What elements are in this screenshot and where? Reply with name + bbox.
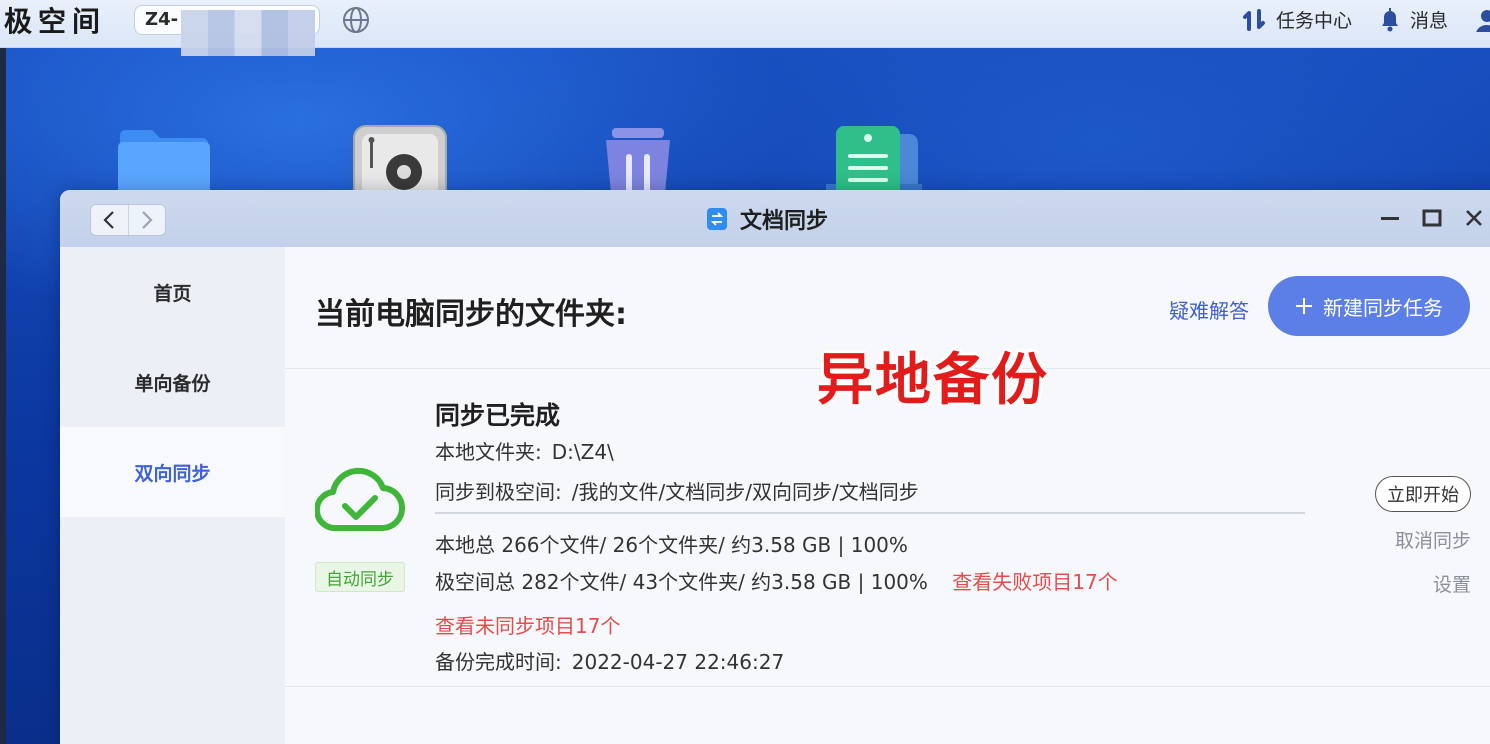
finish-time-value: 2022-04-27 22:46:27 (571, 650, 785, 674)
sync-doc-icon (706, 207, 727, 230)
local-folder-value: D:\Z4\ (551, 440, 614, 464)
finish-time-row: 备份完成时间: 2022-04-27 22:46:27 (435, 646, 784, 675)
maximize-icon[interactable] (1422, 208, 1442, 228)
document-sync-window: 文档同步 首页 单向备份 双向同步 当前电脑同步的文件夹: 疑难解答 新建同步任… (60, 190, 1490, 744)
local-stats: 本地总 266个文件/ 26个文件夹/ 约3.58 GB | 100% (435, 533, 908, 557)
minimize-icon[interactable] (1380, 208, 1400, 228)
remote-folder-row: 同步到极空间: /我的文件/文档同步/双向同步/文档同步 (435, 476, 919, 505)
user-icon[interactable] (1474, 8, 1490, 32)
history-nav (90, 204, 166, 236)
system-top-bar: 极空间 Z4- 任务中心 消息 (0, 0, 1490, 56)
view-unsynced-link[interactable]: 查看未同步项目17个 (435, 610, 620, 639)
task-status: 同步已完成 (435, 401, 561, 430)
sidebar: 首页 单向备份 双向同步 (60, 247, 285, 744)
app-logo: 极空间 (4, 4, 107, 38)
plus-icon (1296, 298, 1312, 314)
auto-sync-badge: 自动同步 (315, 562, 405, 592)
forward-button[interactable] (127, 205, 166, 235)
messages-button[interactable]: 消息 (1378, 6, 1448, 33)
globe-icon[interactable] (342, 6, 370, 34)
chevron-right-icon (141, 211, 153, 229)
device-name: Z4- (145, 9, 179, 30)
main-content: 当前电脑同步的文件夹: 疑难解答 新建同步任务 异地备份 自动同步 同步已完成 … (285, 247, 1490, 744)
local-folder-row: 本地文件夹: D:\Z4\ (435, 436, 614, 465)
new-sync-task-button[interactable]: 新建同步任务 (1268, 276, 1470, 336)
back-button[interactable] (91, 205, 128, 235)
new-sync-task-label: 新建同步任务 (1323, 295, 1443, 320)
sync-task-card: 自动同步 同步已完成 本地文件夹: D:\Z4\ 同步到极空间: /我的文件/文档同… (285, 370, 1490, 687)
start-now-button[interactable]: 立即开始 (1375, 476, 1471, 512)
task-center-label: 任务中心 (1275, 10, 1352, 32)
privacy-blur (181, 9, 316, 56)
cloud-check-icon (313, 462, 406, 540)
window-titlebar: 文档同步 (60, 190, 1490, 247)
sidebar-item-one-way-backup[interactable]: 单向备份 (60, 337, 285, 427)
cancel-sync-button[interactable]: 取消同步 (1395, 526, 1471, 553)
local-folder-label: 本地文件夹: (435, 440, 542, 464)
close-icon[interactable] (1464, 208, 1484, 228)
messages-label: 消息 (1409, 10, 1448, 32)
sidebar-item-two-way-sync[interactable]: 双向同步 (60, 427, 285, 517)
finish-time-label: 备份完成时间: (435, 650, 562, 674)
bell-icon (1381, 7, 1398, 31)
screen-edge (0, 48, 6, 744)
chevron-left-icon (103, 211, 115, 229)
top-bar-actions: 任务中心 消息 (1242, 6, 1490, 33)
window-title-text: 文档同步 (739, 208, 828, 234)
help-link[interactable]: 疑难解答 (1169, 295, 1249, 324)
remote-stats-row: 极空间总 282个文件/ 43个文件夹/ 约3.58 GB | 100% 查看失… (435, 566, 1118, 595)
sidebar-item-home[interactable]: 首页 (60, 247, 285, 337)
remote-folder-label: 同步到极空间: (435, 480, 562, 504)
settings-button[interactable]: 设置 (1433, 570, 1471, 597)
view-failed-link[interactable]: 查看失败项目17个 (952, 570, 1117, 594)
window-controls (1380, 208, 1484, 228)
device-selector[interactable]: Z4- (134, 4, 321, 56)
page-title: 当前电脑同步的文件夹: (315, 297, 627, 332)
task-center-button[interactable]: 任务中心 (1242, 6, 1352, 33)
transfer-arrows-icon (1242, 8, 1265, 31)
window-title: 文档同步 (706, 203, 828, 235)
remote-folder-value: /我的文件/文档同步/双向同步/文档同步 (571, 480, 919, 504)
divider (435, 512, 1305, 514)
remote-stats: 极空间总 282个文件/ 43个文件夹/ 约3.58 GB | 100% (435, 570, 928, 594)
